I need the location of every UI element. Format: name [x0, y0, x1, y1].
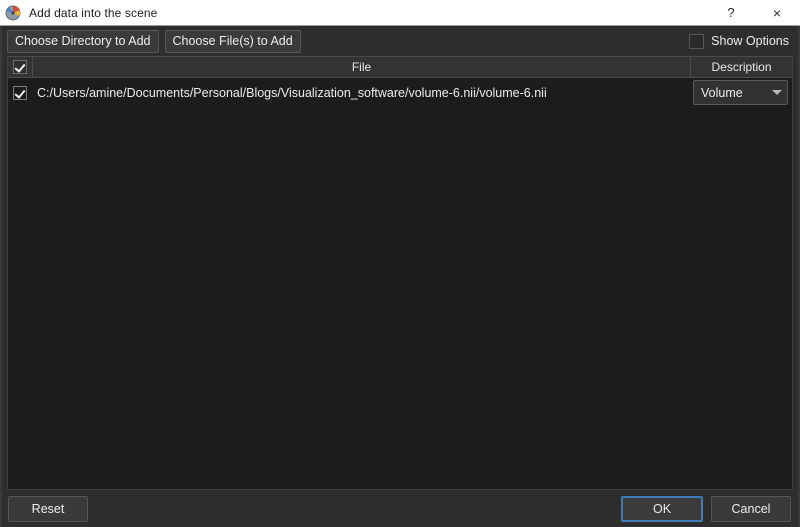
window-title: Add data into the scene	[29, 5, 158, 20]
select-all-checkbox[interactable]	[13, 60, 27, 74]
show-options-label: Show Options	[711, 34, 789, 48]
row-checkbox-cell[interactable]	[8, 78, 33, 107]
description-select[interactable]: Volume	[693, 80, 788, 105]
chevron-down-icon	[772, 90, 782, 95]
close-button[interactable]: ×	[754, 0, 800, 25]
dialog-body: Choose Directory to Add Choose File(s) t…	[0, 26, 800, 527]
row-checkbox[interactable]	[13, 85, 27, 100]
slicer-app-icon	[5, 4, 23, 22]
show-options-control[interactable]: Show Options	[689, 33, 789, 49]
header-description[interactable]: Description	[691, 57, 792, 77]
dialog-footer: Reset OK Cancel	[0, 490, 800, 527]
row-description-cell[interactable]: Volume	[691, 78, 792, 107]
cancel-button[interactable]: Cancel	[711, 495, 791, 522]
description-select-value: Volume	[701, 85, 743, 100]
ok-button[interactable]: OK	[621, 495, 703, 522]
choose-directory-button[interactable]: Choose Directory to Add	[7, 29, 159, 53]
show-options-checkbox[interactable]	[689, 33, 705, 49]
row-file-cell[interactable]: C:/Users/amine/Documents/Personal/Blogs/…	[33, 78, 691, 107]
choose-files-button[interactable]: Choose File(s) to Add	[164, 29, 301, 53]
row-file-path: C:/Users/amine/Documents/Personal/Blogs/…	[37, 85, 547, 100]
header-select-all[interactable]	[8, 57, 33, 77]
header-file[interactable]: File	[33, 57, 691, 77]
title-bar: Add data into the scene ? ×	[0, 0, 800, 26]
add-data-dialog: Add data into the scene ? × Choose Direc…	[0, 0, 800, 527]
dialog-toolbar: Choose Directory to Add Choose File(s) t…	[0, 26, 800, 56]
table-row[interactable]: C:/Users/amine/Documents/Personal/Blogs/…	[8, 78, 792, 107]
table-body: C:/Users/amine/Documents/Personal/Blogs/…	[8, 78, 792, 489]
help-button[interactable]: ?	[708, 0, 754, 25]
file-table: File Description C:/Users/amine/Document…	[7, 56, 793, 490]
reset-button[interactable]: Reset	[8, 495, 88, 522]
table-header-row: File Description	[8, 57, 792, 78]
